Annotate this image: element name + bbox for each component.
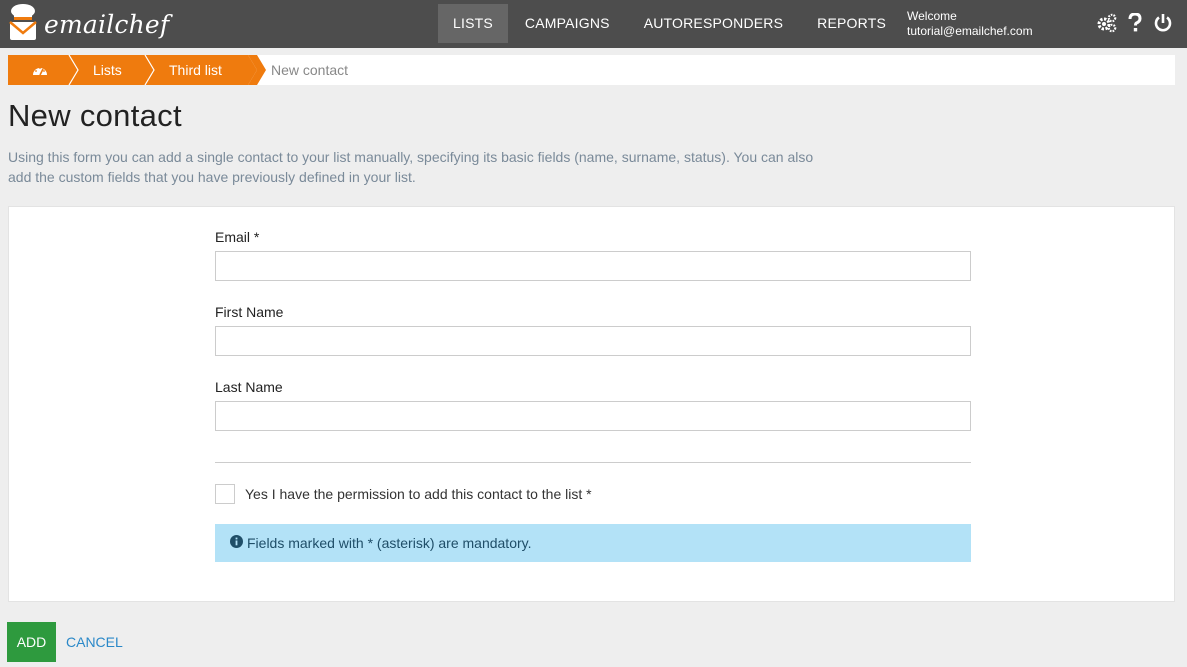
user-welcome: Welcome tutorial@emailchef.com: [907, 9, 1033, 39]
mandatory-note: Fields marked with * (asterisk) are mand…: [247, 535, 532, 551]
breadcrumb: Lists Third list New contact: [8, 55, 1175, 85]
first-name-field[interactable]: [215, 326, 971, 356]
permission-checkbox[interactable]: [215, 484, 235, 504]
chef-mail-icon: [8, 3, 38, 46]
gears-icon[interactable]: [1097, 12, 1117, 34]
help-icon[interactable]: [1125, 12, 1145, 34]
app-logo[interactable]: emailchef: [8, 3, 170, 46]
breadcrumb-home[interactable]: [32, 55, 48, 85]
welcome-text: Welcome: [907, 9, 957, 23]
first-name-label: First Name: [215, 304, 284, 320]
user-email: tutorial@emailchef.com: [907, 24, 1033, 38]
mandatory-info-alert: Fields marked with * (asterisk) are mand…: [215, 524, 971, 562]
email-label: Email *: [215, 229, 260, 245]
dashboard-icon: [32, 64, 48, 80]
top-icons: [1097, 12, 1173, 34]
info-circle-icon: [230, 524, 247, 562]
form-divider: [215, 462, 971, 463]
page-intro: Using this form you can add a single con…: [8, 149, 814, 185]
cancel-button[interactable]: CANCEL: [66, 634, 123, 650]
breadcrumb-third-list[interactable]: Third list: [169, 55, 222, 85]
page-title: New contact: [8, 98, 182, 133]
last-name-label: Last Name: [215, 379, 283, 395]
contact-form-panel: Email * First Name Last Name Yes I have …: [8, 206, 1175, 602]
email-field[interactable]: [215, 251, 971, 281]
last-name-field[interactable]: [215, 401, 971, 431]
main-nav: LISTS CAMPAIGNS AUTORESPONDERS REPORTS: [438, 4, 903, 43]
permission-label: Yes I have the permission to add this co…: [245, 486, 592, 502]
top-navbar: emailchef LISTS CAMPAIGNS AUTORESPONDERS…: [0, 0, 1187, 48]
nav-lists[interactable]: LISTS: [438, 4, 508, 43]
breadcrumb-current: New contact: [271, 62, 349, 78]
breadcrumb-lists[interactable]: Lists: [93, 55, 122, 85]
nav-campaigns[interactable]: CAMPAIGNS: [508, 4, 627, 43]
logo-text: emailchef: [44, 9, 170, 39]
power-icon[interactable]: [1153, 12, 1173, 34]
nav-autoresponders[interactable]: AUTORESPONDERS: [627, 4, 800, 43]
add-button[interactable]: ADD: [7, 622, 56, 662]
nav-reports[interactable]: REPORTS: [800, 4, 903, 43]
